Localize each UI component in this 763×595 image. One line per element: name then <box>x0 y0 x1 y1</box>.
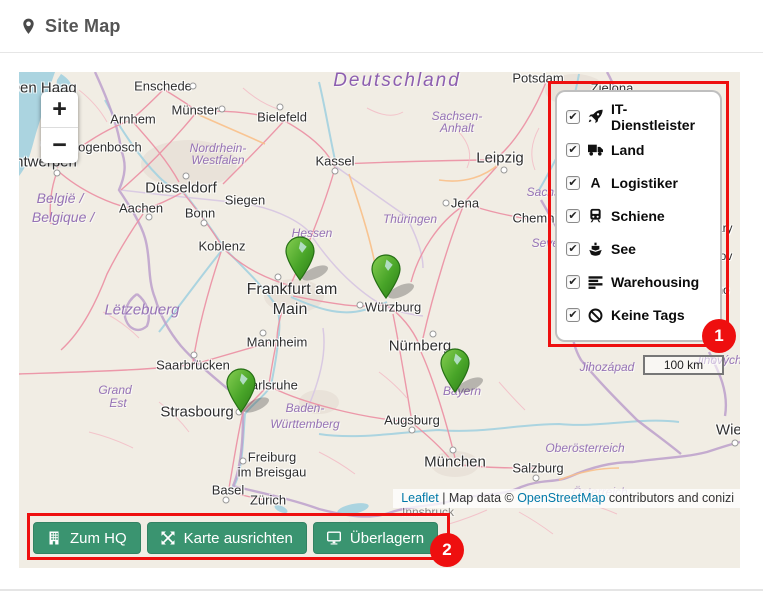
legend-item-keine-tags[interactable]: ✔ Keine Tags <box>566 304 711 326</box>
city-dot <box>190 83 197 90</box>
checkbox[interactable]: ✔ <box>566 209 580 223</box>
checkbox[interactable]: ✔ <box>566 275 580 289</box>
city-dot <box>191 352 198 359</box>
legend-item-it-dienstleister[interactable]: ✔IT-Dienstleister <box>566 106 711 128</box>
legend-label: Warehousing <box>611 274 699 290</box>
legend-label: Keine Tags <box>611 307 685 323</box>
legend-label: Land <box>611 142 644 158</box>
legend-label: Schiene <box>611 208 665 224</box>
city-dot <box>409 427 416 434</box>
city-dot <box>219 106 226 113</box>
city-dot <box>533 475 540 482</box>
checkbox[interactable]: ✔ <box>566 308 580 322</box>
layer-legend: ✔IT-Dienstleister✔Land✔ALogistiker✔Schie… <box>555 90 722 342</box>
attribution-suffix: contributors and conizi <box>605 491 734 505</box>
building-icon <box>47 531 61 545</box>
legend-label: See <box>611 241 636 257</box>
city-dot <box>146 214 153 221</box>
city-dot <box>450 447 457 454</box>
city-dot <box>240 458 247 465</box>
legend-item-land[interactable]: ✔ Land <box>566 139 711 161</box>
karte-ausrichten-button[interactable]: Karte ausrichten <box>147 522 307 554</box>
city-dot <box>260 330 267 337</box>
city-dot <box>275 274 282 281</box>
button-label: Überlagern <box>350 530 424 547</box>
attribution-text: | Map data © <box>439 491 517 505</box>
city-dot <box>277 104 284 111</box>
truck-icon <box>588 142 603 157</box>
pallet-icon <box>588 275 603 290</box>
zoom-out-button[interactable]: − <box>41 128 78 163</box>
legend-label: Logistiker <box>611 175 678 191</box>
city-dot <box>183 173 190 180</box>
map-marker[interactable] <box>284 236 336 282</box>
checkbox[interactable]: ✔ <box>566 110 580 124</box>
map-pin-icon <box>22 18 35 35</box>
zoom-in-button[interactable]: + <box>41 92 78 128</box>
ship-icon <box>588 242 603 257</box>
zoom-control: + − <box>41 92 78 163</box>
city-dot <box>332 168 339 175</box>
checkbox[interactable]: ✔ <box>566 176 580 190</box>
city-dot <box>54 170 61 177</box>
panel-header: Site Map <box>0 0 763 53</box>
train-icon <box>588 208 603 223</box>
map-buttons: Zum HQ Karte ausrichten Überlagern <box>33 522 438 554</box>
leaflet-link[interactable]: Leaflet <box>401 491 439 505</box>
map-marker[interactable] <box>225 368 277 414</box>
scale-control: 100 km <box>643 355 724 375</box>
attribution: Leaflet | Map data © OpenStreetMap contr… <box>393 489 740 508</box>
legend-item-warehousing[interactable]: ✔ Warehousing <box>566 271 711 293</box>
legend-item-logistiker[interactable]: ✔ A Logistiker <box>566 172 711 194</box>
checkbox[interactable]: ✔ <box>566 242 580 256</box>
monitor-icon <box>327 531 341 545</box>
letter-a-icon: A <box>588 175 603 190</box>
city-dot <box>223 497 230 504</box>
city-dot <box>201 220 208 227</box>
site-map-panel: Site Map <box>0 0 763 595</box>
checkbox[interactable]: ✔ <box>566 143 580 157</box>
legend-label: IT-Dienstleister <box>611 101 711 133</box>
svg-text:A: A <box>590 175 600 190</box>
expand-arrows-icon <box>161 531 175 545</box>
rocket-icon <box>588 109 603 124</box>
ban-icon <box>588 308 603 323</box>
legend-item-schiene[interactable]: ✔ Schiene <box>566 205 711 227</box>
city-dot <box>501 167 508 174</box>
city-dot <box>430 331 437 338</box>
zum-hq-button[interactable]: Zum HQ <box>33 522 141 554</box>
page-title: Site Map <box>45 16 121 37</box>
legend-item-see[interactable]: ✔ See <box>566 238 711 260</box>
button-label: Zum HQ <box>70 530 127 547</box>
city-dot <box>443 200 450 207</box>
uberlagern-button[interactable]: Überlagern <box>313 522 438 554</box>
city-dot <box>732 440 739 447</box>
site-map[interactable]: DeutschlandBelgië /Belgique /Nordrhein-W… <box>19 72 740 568</box>
button-label: Karte ausrichten <box>184 530 293 547</box>
map-marker[interactable] <box>370 254 422 300</box>
panel-footer <box>0 589 763 595</box>
openstreetmap-link[interactable]: OpenStreetMap <box>517 491 605 505</box>
city-dot <box>357 302 364 309</box>
map-marker[interactable] <box>439 348 491 394</box>
